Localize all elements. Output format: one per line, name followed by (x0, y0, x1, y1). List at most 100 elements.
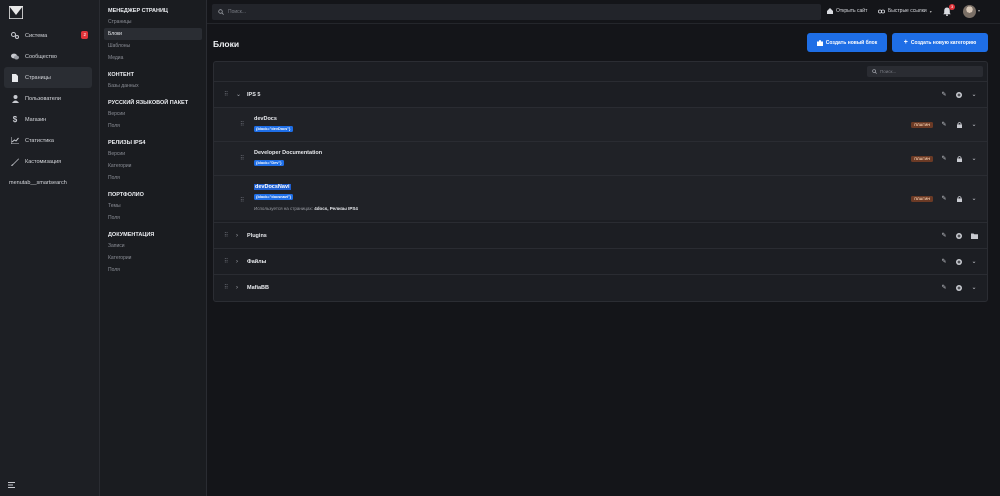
edit-icon[interactable]: ✎ (940, 121, 948, 128)
quick-links-menu[interactable]: Быстрые ссылки ▾ (878, 8, 932, 14)
nav-system[interactable]: Система 2 (4, 25, 92, 46)
category-name: Файлы (247, 258, 267, 265)
nav-label: Кастомизация (25, 158, 62, 165)
add-circle-icon[interactable] (955, 232, 963, 239)
subnav-fields[interactable]: Поля (104, 172, 202, 184)
chevron-down-icon[interactable]: ▾ (978, 8, 980, 13)
create-category-button[interactable]: + Создать новую категорию (892, 33, 988, 52)
subnav-pages[interactable]: Страницы (104, 16, 202, 28)
chevron-right-icon[interactable]: › (236, 285, 238, 291)
subnav-fields[interactable]: Поля (104, 212, 202, 224)
category-row[interactable]: ⠿ › Plugins ✎ (214, 222, 987, 248)
edit-icon[interactable]: ✎ (940, 258, 948, 265)
chevron-right-icon[interactable]: › (236, 259, 238, 265)
block-row[interactable]: ⠿ Developer Documentation {block="Dev"} … (214, 141, 987, 175)
subnav-blocks[interactable]: Блоки (104, 28, 202, 40)
subnav-media[interactable]: Медиа (104, 52, 202, 64)
page-icon (10, 73, 20, 82)
drag-handle-icon[interactable]: ⠿ (224, 232, 229, 239)
block-name: devDocsNavi (254, 184, 291, 190)
edit-icon[interactable]: ✎ (940, 155, 948, 162)
user-icon (10, 94, 20, 103)
notifications-badge: 3 (949, 4, 956, 10)
edit-icon[interactable]: ✎ (940, 284, 948, 291)
open-site-label: Открыть сайт (836, 8, 868, 14)
nav-community[interactable]: Сообщество (4, 46, 92, 67)
chevron-down-icon[interactable]: ⌄ (970, 121, 978, 128)
quick-links-label: Быстрые ссылки (888, 8, 927, 14)
chevron-down-icon[interactable]: ⌄ (970, 258, 978, 265)
drag-handle-icon[interactable]: ⠿ (240, 121, 245, 128)
filter-input[interactable] (880, 69, 980, 74)
nav-label: Магазин (25, 116, 47, 123)
chevron-down-icon[interactable]: ⌄ (970, 91, 978, 98)
drag-handle-icon[interactable]: ⠿ (240, 197, 245, 204)
category-row[interactable]: ⠿ › MafiaBB ✎ ⌄ (214, 274, 987, 300)
drag-handle-icon[interactable]: ⠿ (224, 258, 229, 265)
subnav-records[interactable]: Записи (104, 240, 202, 252)
chevron-down-icon[interactable]: ⌄ (970, 284, 978, 291)
nav-system-badge: 2 (81, 31, 88, 39)
block-row[interactable]: ⠿ devDocsNavi {block="docsnavi"} Использ… (214, 175, 987, 220)
drag-handle-icon[interactable]: ⠿ (224, 91, 229, 98)
dollar-icon: $ (12, 115, 18, 124)
nav-pages[interactable]: Страницы (4, 67, 92, 88)
lock-icon (955, 121, 963, 128)
section-title: РЕЛИЗЫ IPS4 (108, 140, 146, 146)
add-circle-icon[interactable] (955, 258, 963, 265)
nav-users[interactable]: Пользователи (4, 88, 92, 109)
subnav-fields[interactable]: Поля (104, 264, 202, 276)
add-circle-icon[interactable] (955, 91, 963, 98)
nav-customization[interactable]: Кастомизация (4, 151, 92, 172)
chevron-right-icon[interactable]: › (236, 233, 238, 239)
edit-icon[interactable]: ✎ (940, 195, 948, 202)
lock-icon (955, 155, 963, 162)
lock-icon (955, 195, 963, 202)
plugin-badge: ПЛАГИН (911, 121, 933, 128)
subnav-categories[interactable]: Категории (104, 252, 202, 264)
category-name: Plugins (247, 232, 267, 239)
category-name: IPS 5 (247, 91, 261, 98)
drag-handle-icon[interactable]: ⠿ (240, 155, 245, 162)
avatar[interactable] (963, 5, 976, 18)
notifications-button[interactable]: 3 (943, 4, 956, 18)
category-row[interactable]: ⠿ › Файлы ✎ ⌄ (214, 248, 987, 274)
create-block-button[interactable]: Создать новый блок (807, 33, 887, 52)
used-pages[interactable]: 4docs, Релизы IPS4 (314, 206, 358, 211)
edit-icon[interactable]: ✎ (940, 91, 948, 98)
gears-icon (10, 32, 20, 39)
chevron-down-icon[interactable]: ⌄ (236, 91, 241, 98)
subnav-themes[interactable]: Темы (104, 200, 202, 212)
menu-toggle-icon[interactable] (8, 481, 15, 490)
edit-icon[interactable]: ✎ (940, 232, 948, 239)
folder-icon[interactable] (970, 233, 978, 239)
global-search[interactable] (212, 4, 821, 20)
subnav-fields[interactable]: Поля (104, 120, 202, 132)
chevron-down-icon[interactable]: ⌄ (970, 195, 978, 202)
subnav-categories[interactable]: Категории (104, 160, 202, 172)
block-tag: {block="docsnavi"} (254, 194, 294, 200)
create-category-label: Создать новую категорию (910, 39, 977, 46)
chat-icon (10, 53, 20, 60)
block-row[interactable]: ⠿ devDocs {block="devDocs"} ПЛАГИН ✎ ⌄ (214, 107, 987, 141)
used-on-pages: Используется на страницах: 4docs, Релизы… (254, 206, 358, 211)
category-row[interactable]: ⠿ ⌄ IPS 5 ✎ ⌄ (214, 81, 987, 107)
subnav-versions[interactable]: Версии (104, 108, 202, 120)
chart-icon (10, 137, 20, 144)
subnav-templates[interactable]: Шаблоны (104, 40, 202, 52)
filter-search[interactable] (867, 66, 983, 77)
open-site-link[interactable]: Открыть сайт (827, 8, 867, 14)
link-icon (878, 9, 885, 13)
nav-smartsearch[interactable]: menutab__smartsearch (4, 172, 92, 193)
drag-handle-icon[interactable]: ⠿ (224, 284, 229, 291)
logo-icon[interactable] (9, 6, 23, 19)
nav-store[interactable]: $ Магазин (4, 109, 92, 130)
nav-stats[interactable]: Статистика (4, 130, 92, 151)
add-circle-icon[interactable] (955, 284, 963, 291)
subnav-versions[interactable]: Версии (104, 148, 202, 160)
nav-label: menutab__smartsearch (9, 179, 67, 186)
chevron-down-icon[interactable]: ⌄ (970, 155, 978, 162)
search-input[interactable] (228, 9, 788, 15)
section-title: РУССКИЙ ЯЗЫКОВОЙ ПАКЕТ (108, 100, 189, 106)
subnav-databases[interactable]: Базы данных (104, 80, 202, 92)
